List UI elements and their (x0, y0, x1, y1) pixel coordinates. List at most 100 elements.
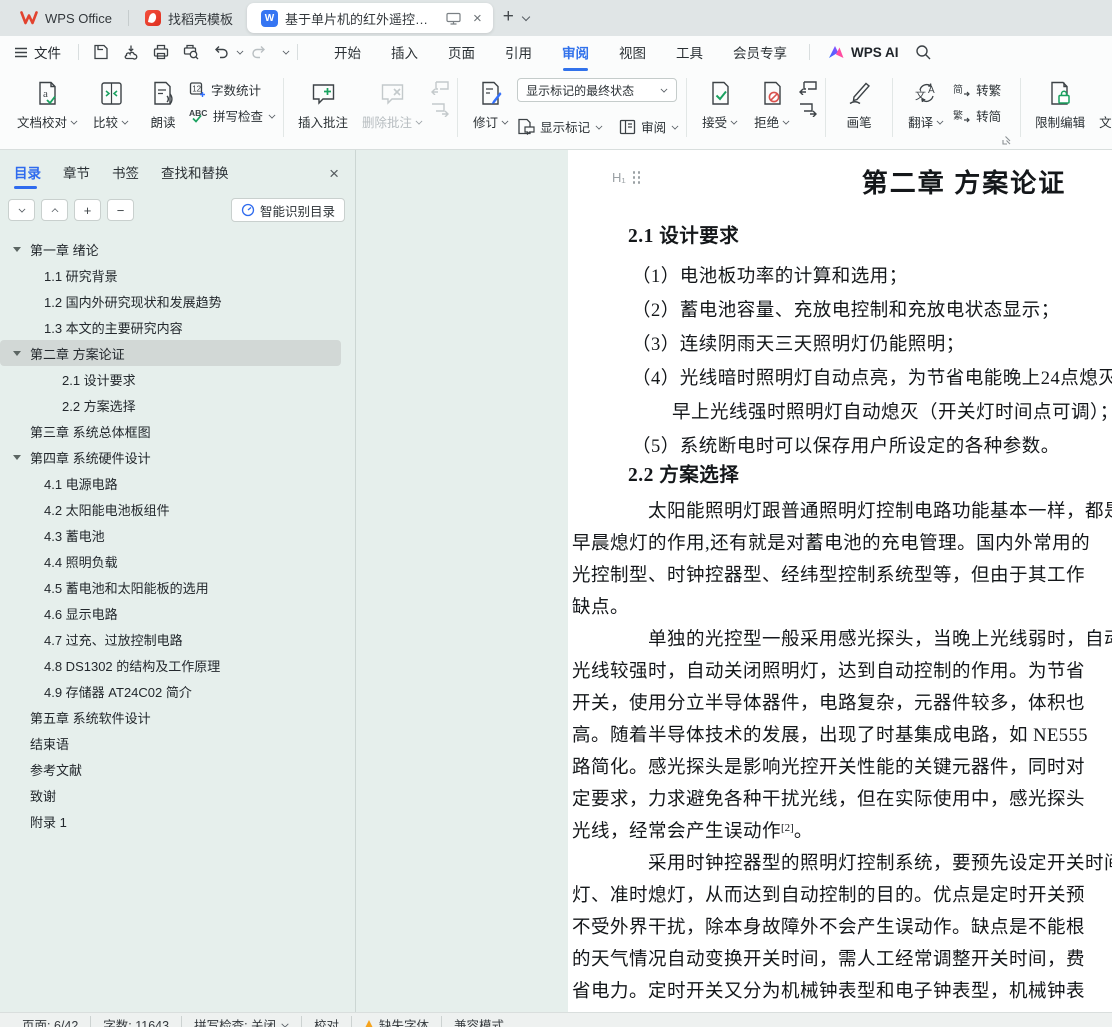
toc-item[interactable]: 4.6 显示电路 (0, 600, 341, 626)
menu-tab[interactable]: 插入 (376, 37, 433, 67)
toc-item[interactable]: 结束语 (0, 730, 341, 756)
close-tab-icon[interactable]: × (470, 10, 485, 27)
status-segment[interactable]: 缺失字体 (352, 1013, 441, 1027)
toc-item[interactable]: 1.3 本文的主要研究内容 (0, 314, 341, 340)
to-simplified-button[interactable]: 繁 转简 (952, 106, 1001, 125)
delete-comment-button[interactable]: 删除批注 (355, 74, 430, 134)
new-tab-button[interactable]: + (493, 6, 522, 30)
toc-item[interactable]: 参考文献 (0, 756, 341, 782)
toc-item[interactable]: 2.1 设计要求 (0, 366, 341, 392)
toc-item[interactable]: 致谢 (0, 782, 341, 808)
track-changes-button[interactable]: 修订 (465, 74, 517, 134)
undo-button[interactable] (206, 40, 236, 64)
triangle-down-icon[interactable] (13, 454, 21, 460)
reject-button[interactable]: 拒绝 (746, 74, 798, 134)
sidebar-tab[interactable]: 查找和替换 (161, 162, 229, 189)
toc-item[interactable]: 4.5 蓄电池和太阳能板的选用 (0, 574, 341, 600)
toc-item[interactable]: 4.9 存储器 AT24C02 简介 (0, 678, 341, 704)
toc-item[interactable]: 第四章 系统硬件设计 (0, 444, 341, 470)
toc-item-label: 4.1 电源电路 (44, 476, 118, 492)
toc-item[interactable]: 第二章 方案论证 (0, 340, 341, 366)
wps-ai-button[interactable]: WPS AI (827, 44, 899, 60)
toc-item[interactable]: 2.2 方案选择 (0, 392, 341, 418)
encrypt-doc-button[interactable]: 文档加密 (1092, 74, 1112, 134)
file-menu-button[interactable]: 文件 (10, 42, 71, 62)
toc-item[interactable]: 1.1 研究背景 (0, 262, 341, 288)
status-segment[interactable]: 校对 (302, 1013, 351, 1027)
document-canvas[interactable]: H₁ 第二章 方案论证 2.1 设计要求 （1）电池板功率的计算和选用； （2）… (355, 150, 1112, 1012)
sidebar-tab[interactable]: 书签 (112, 162, 139, 189)
tab-wps-office[interactable]: WPS Office (6, 4, 126, 32)
status-segment[interactable]: 页面: 6/42 (10, 1013, 90, 1027)
toc-item[interactable]: 第三章 系统总体框图 (0, 418, 341, 444)
accept-button[interactable]: 接受 (694, 74, 746, 134)
translate-button[interactable]: 文A 翻译 (900, 74, 952, 134)
menu-tab[interactable]: 审阅 (547, 37, 604, 71)
status-segment[interactable]: 拼写检查: 关闭 (182, 1013, 301, 1027)
toc-item[interactable]: 4.2 太阳能电池板组件 (0, 496, 341, 522)
toc-item[interactable]: 第五章 系统软件设计 (0, 704, 341, 730)
previous-change-button[interactable] (798, 80, 818, 95)
tab-docer-templates[interactable]: 找稻壳模板 (131, 4, 247, 32)
expand-all-button[interactable] (8, 199, 35, 221)
ribbon-divider (825, 78, 827, 137)
markup-state-select[interactable]: 显示标记的最终状态 (517, 78, 678, 102)
next-change-button[interactable] (798, 102, 818, 117)
tab-separator (127, 10, 129, 26)
to-traditional-button[interactable]: 简 转繁 (952, 80, 1001, 99)
menu-tab[interactable]: 页面 (433, 37, 490, 67)
toc-item[interactable]: 1.2 国内外研究现状和发展趋势 (0, 288, 341, 314)
show-markup-button[interactable]: 显示标记 (517, 117, 603, 136)
restrict-editing-button[interactable]: 限制编辑 (1028, 74, 1092, 134)
review-pane-button[interactable]: 审阅 (619, 117, 679, 136)
zoom-in-toc-button[interactable]: + (74, 199, 101, 221)
sidebar-tab[interactable]: 章节 (63, 162, 90, 189)
triangle-down-icon[interactable] (13, 246, 21, 252)
undo-chevron-icon[interactable] (237, 49, 243, 55)
menu-tab[interactable]: 引用 (490, 37, 547, 67)
heading-drag-handle[interactable]: H₁ (612, 170, 641, 185)
document-line: 第二章 方案论证 (861, 169, 1067, 198)
tab-list-chevron-icon[interactable] (522, 14, 530, 22)
ink-brush-button[interactable]: 画笔 (833, 74, 885, 134)
export-pdf-button[interactable] (116, 40, 146, 64)
toc-item[interactable]: 4.4 照明负载 (0, 548, 341, 574)
toc-item[interactable]: 4.3 蓄电池 (0, 522, 341, 548)
print-button[interactable] (146, 40, 176, 64)
read-aloud-button[interactable]: 朗读 (137, 74, 189, 134)
spell-check-button[interactable]: ABC 拼写检查 (189, 106, 276, 125)
toc-item[interactable]: 4.7 过充、过放控制电路 (0, 626, 341, 652)
menu-tab[interactable]: 开始 (319, 37, 376, 67)
status-segment[interactable]: 字数: 11643 (91, 1013, 181, 1027)
insert-comment-button[interactable]: 插入批注 (291, 74, 355, 134)
redo-button[interactable] (244, 40, 274, 64)
search-icon[interactable] (909, 41, 938, 64)
toc-item[interactable]: 4.1 电源电路 (0, 470, 341, 496)
print-preview-button[interactable] (176, 40, 206, 64)
document-line: 的天气情况自动变换开关时间，需人工经常调整开关时间，费 (572, 950, 1086, 970)
collapse-all-button[interactable] (41, 199, 68, 221)
previous-comment-button[interactable] (430, 80, 450, 95)
group-dialog-launcher-icon[interactable] (1002, 136, 1011, 145)
next-comment-button[interactable] (430, 102, 450, 117)
doc-proofread-button[interactable]: a 文档校对 (10, 74, 85, 134)
compare-button[interactable]: 比较 (85, 74, 137, 134)
zoom-out-toc-button[interactable]: − (107, 199, 134, 221)
status-segment[interactable]: 兼容模式 (442, 1013, 516, 1027)
menu-tab[interactable]: 视图 (604, 37, 661, 67)
toc-item[interactable]: 第一章 绪论 (0, 236, 341, 262)
menu-tab[interactable]: 工具 (661, 37, 718, 67)
quick-access-chevron-icon[interactable] (283, 49, 289, 55)
monitor-icon[interactable] (446, 12, 461, 25)
menu-tab[interactable]: 会员专享 (718, 37, 802, 67)
sidebar-close-icon[interactable]: × (329, 164, 339, 184)
document-page[interactable]: H₁ 第二章 方案论证 2.1 设计要求 （1）电池板功率的计算和选用； （2）… (568, 150, 1112, 1012)
word-count-button[interactable]: 12 字数统计 (189, 80, 276, 99)
tab-document[interactable]: W 基于单片机的红外遥控照明灯 × (246, 3, 493, 33)
sidebar-tab[interactable]: 目录 (14, 162, 41, 189)
toc-item[interactable]: 4.8 DS1302 的结构及工作原理 (0, 652, 341, 678)
triangle-down-icon[interactable] (13, 350, 21, 356)
save-button[interactable] (86, 40, 116, 64)
toc-item[interactable]: 附录 1 (0, 808, 341, 834)
smart-toc-button[interactable]: 智能识别目录 (230, 198, 345, 222)
